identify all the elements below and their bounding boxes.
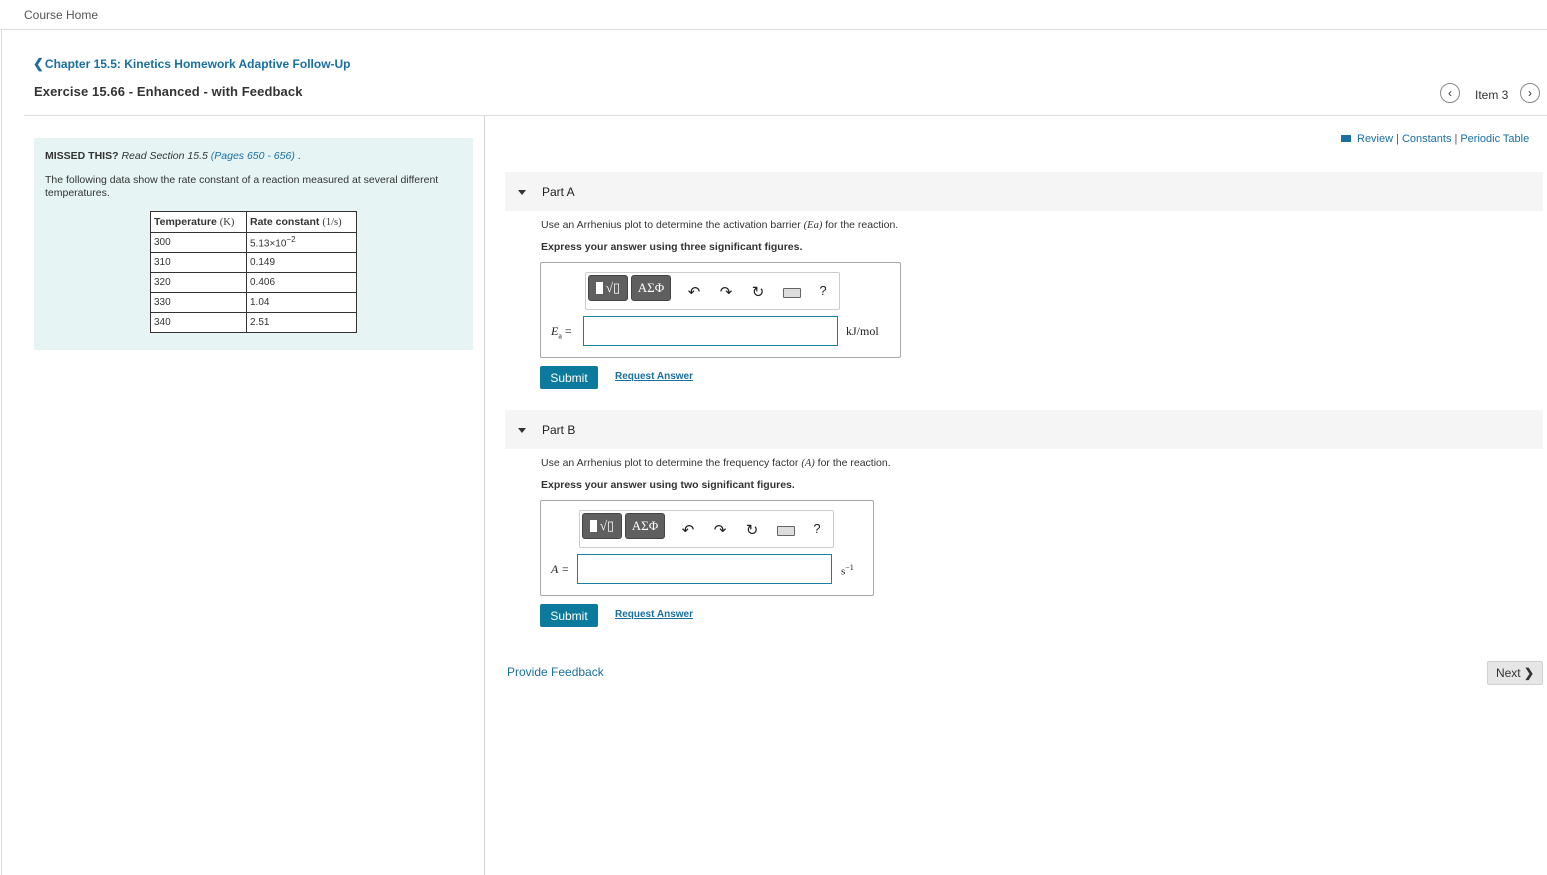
header-divider bbox=[24, 115, 1547, 116]
missed-label: MISSED THIS? bbox=[45, 150, 119, 162]
rate-cell: 1.04 bbox=[246, 292, 357, 313]
part-b-question: Use an Arrhenius plot to determine the f… bbox=[541, 457, 891, 469]
table-row: 340 2.51 bbox=[150, 312, 357, 333]
provide-feedback-link[interactable]: Provide Feedback bbox=[507, 665, 604, 679]
resource-links: Review | Constants | Periodic Table bbox=[1341, 133, 1529, 145]
temperature-cell: 310 bbox=[150, 252, 247, 273]
rate-cell: 2.51 bbox=[246, 312, 357, 333]
chevron-left-icon: ‹ bbox=[1448, 86, 1452, 100]
undo-icon[interactable]: ↶ bbox=[685, 283, 703, 301]
temperature-cell: 320 bbox=[150, 272, 247, 293]
ea-answer-input[interactable] bbox=[583, 316, 838, 346]
part-b-request-answer-link[interactable]: Request Answer bbox=[615, 609, 693, 620]
course-home-link[interactable]: Course Home bbox=[24, 8, 98, 22]
part-a-title: Part A bbox=[542, 185, 575, 199]
part-b-instruction: Express your answer using two significan… bbox=[541, 479, 795, 491]
rate-constant-header: Rate constant (1/s) bbox=[246, 211, 357, 233]
temperature-header: Temperature (K) bbox=[150, 211, 247, 233]
help-icon[interactable]: ? bbox=[808, 521, 826, 536]
table-row: 330 1.04 bbox=[150, 292, 357, 313]
part-a-question: Use an Arrhenius plot to determine the a… bbox=[541, 219, 899, 231]
temperature-cell: 300 bbox=[150, 232, 247, 253]
caret-down-icon[interactable] bbox=[518, 428, 526, 433]
missed-this-heading: MISSED THIS? Read Section 15.5 (Pages 65… bbox=[45, 150, 301, 162]
next-item-button[interactable]: › bbox=[1520, 83, 1540, 103]
part-a-header[interactable] bbox=[505, 172, 1543, 211]
pages-link[interactable]: (Pages 650 - 656) bbox=[211, 150, 295, 162]
constants-link[interactable]: Constants bbox=[1402, 133, 1452, 145]
part-a-request-answer-link[interactable]: Request Answer bbox=[615, 371, 693, 382]
part-b-submit-button[interactable]: Submit bbox=[540, 604, 598, 627]
book-icon bbox=[1341, 134, 1351, 142]
templates-button[interactable]: √▯ bbox=[582, 513, 622, 539]
exercise-title: Exercise 15.66 - Enhanced - with Feedbac… bbox=[34, 84, 303, 99]
reset-icon[interactable]: ↻ bbox=[749, 283, 767, 301]
rate-cell: 5.13×10−2 bbox=[246, 232, 357, 253]
chevron-left-icon: ❮ bbox=[33, 56, 44, 71]
chapter-back-link[interactable]: ❮Chapter 15.5: Kinetics Homework Adaptiv… bbox=[33, 56, 351, 72]
redo-icon[interactable]: ↷ bbox=[717, 283, 735, 301]
problem-description: The following data show the rate constan… bbox=[45, 174, 439, 199]
previous-item-button[interactable]: ‹ bbox=[1440, 83, 1460, 103]
keyboard-icon[interactable] bbox=[783, 288, 801, 298]
rate-cell: 0.406 bbox=[246, 272, 357, 293]
keyboard-icon[interactable] bbox=[777, 526, 795, 536]
review-link[interactable]: Review bbox=[1357, 133, 1393, 145]
table-row: 300 5.13×10−2 bbox=[150, 232, 357, 253]
part-b-header[interactable] bbox=[505, 410, 1543, 449]
period: . bbox=[297, 150, 301, 162]
templates-button[interactable]: √▯ bbox=[588, 275, 628, 301]
read-section-text: Read Section 15.5 bbox=[121, 150, 208, 162]
separator: | bbox=[1454, 133, 1458, 145]
ea-symbol: (Ea) bbox=[803, 220, 823, 231]
top-divider bbox=[0, 29, 1547, 30]
rate-constant-table: Temperature (K) Rate constant (1/s) 300 … bbox=[150, 211, 357, 333]
periodic-table-link[interactable]: Periodic Table bbox=[1460, 133, 1529, 145]
a-label: A = bbox=[551, 562, 570, 576]
redo-icon[interactable]: ↷ bbox=[711, 521, 729, 539]
a-answer-input[interactable] bbox=[577, 554, 832, 584]
temperature-cell: 340 bbox=[150, 312, 247, 333]
left-border bbox=[1, 29, 2, 875]
caret-down-icon[interactable] bbox=[518, 190, 526, 195]
greek-symbols-button[interactable]: ΑΣΦ bbox=[625, 513, 665, 539]
next-button[interactable]: Next ❯ bbox=[1487, 661, 1543, 685]
a-symbol: (A) bbox=[801, 458, 815, 469]
item-indicator: Item 3 bbox=[1475, 88, 1509, 102]
next-label: Next bbox=[1495, 666, 1521, 680]
table-row: 320 0.406 bbox=[150, 272, 357, 293]
table-header-row: Temperature (K) Rate constant (1/s) bbox=[150, 211, 357, 233]
chevron-right-icon: › bbox=[1528, 86, 1532, 100]
undo-icon[interactable]: ↶ bbox=[679, 521, 697, 539]
ea-label: Ea = bbox=[551, 324, 572, 341]
chapter-link-label: Chapter 15.5: Kinetics Homework Adaptive… bbox=[44, 57, 351, 71]
table-row: 310 0.149 bbox=[150, 252, 357, 273]
ea-unit: kJ/mol bbox=[846, 324, 879, 338]
chevron-right-icon: ❯ bbox=[1523, 666, 1535, 680]
separator: | bbox=[1396, 133, 1399, 145]
help-icon[interactable]: ? bbox=[814, 283, 832, 298]
part-a-submit-button[interactable]: Submit bbox=[540, 366, 598, 389]
column-divider bbox=[484, 115, 485, 875]
rate-cell: 0.149 bbox=[246, 252, 357, 273]
temperature-cell: 330 bbox=[150, 292, 247, 313]
reset-icon[interactable]: ↻ bbox=[743, 521, 761, 539]
part-b-title: Part B bbox=[542, 423, 576, 437]
a-unit: s−1 bbox=[841, 563, 854, 578]
part-a-instruction: Express your answer using three signific… bbox=[541, 241, 803, 253]
greek-symbols-button[interactable]: ΑΣΦ bbox=[631, 275, 671, 301]
